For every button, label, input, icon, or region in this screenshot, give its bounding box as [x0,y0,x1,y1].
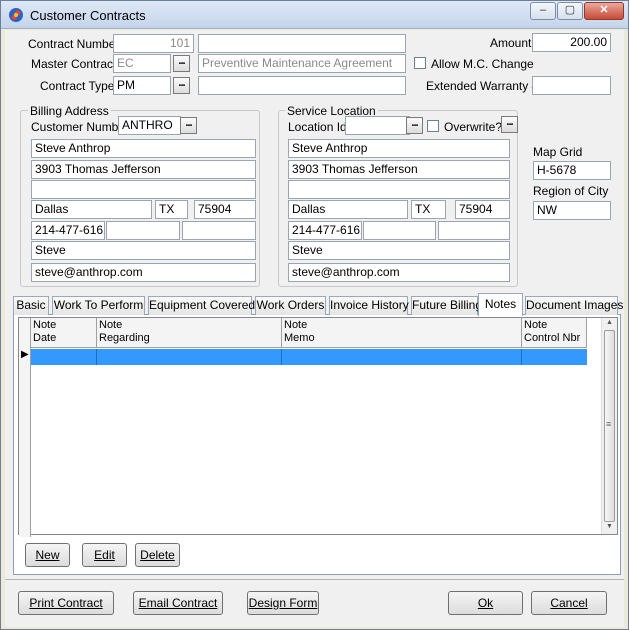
billing-contact-field[interactable]: Steve [31,241,256,260]
column-header-note-date[interactable]: Note Date [31,318,97,348]
billing-city-field[interactable]: Dallas [31,200,152,219]
notes-tab-panel: ▶ Note Date Note Regarding Note Memo Not… [13,315,621,575]
region-of-city-label: Region of City [533,184,609,198]
extended-warranty-label: Extended Warranty # [426,79,539,93]
billing-zip-field[interactable]: 75904 [194,200,256,219]
tab-notes[interactable]: Notes [478,293,523,316]
scroll-up-icon[interactable]: ▲ [606,319,613,326]
ok-button[interactable]: Ok [448,591,523,615]
contract-type-description-field[interactable] [198,76,406,95]
contract-type-field[interactable]: PM [113,76,171,95]
column-header-note-control-nbr[interactable]: Note Control Nbr [522,318,587,348]
notes-vertical-scrollbar[interactable]: ▲ ≡ ▼ [601,318,617,534]
allow-mc-change-checkbox[interactable] [414,57,426,69]
service-address2-field[interactable] [288,180,510,199]
email-contract-button[interactable]: Email Contract [133,591,223,615]
customer-contracts-window: Customer Contracts ‒ ▢ ✕ Contract Number… [0,0,629,630]
footer-separator [5,579,624,580]
billing-email-field[interactable]: steve@anthrop.com [31,263,256,282]
contract-number-label: Contract Number [28,37,120,51]
service-name-field[interactable]: Steve Anthrop [288,139,510,158]
title-bar[interactable]: Customer Contracts ‒ ▢ ✕ [1,1,628,29]
table-row[interactable] [31,349,587,365]
master-contract-field[interactable]: EC [113,54,171,73]
tab-work-to-perform[interactable]: Work To Perform [52,296,145,315]
service-phone3-field[interactable] [438,221,510,240]
map-grid-field[interactable]: H-5678 [533,161,611,180]
service-email-field[interactable]: steve@anthrop.com [288,263,510,282]
tab-future-billing[interactable]: Future Billing [411,296,482,315]
overwrite-checkbox[interactable] [427,120,439,132]
tab-document-images[interactable]: Document Images [525,296,623,315]
app-icon [9,8,23,22]
master-contract-label: Master Contract [31,57,117,71]
service-phone2-field[interactable] [363,221,436,240]
edit-note-button[interactable]: Edit [82,543,127,567]
print-contract-button[interactable]: Print Contract [18,591,114,615]
overwrite-label: Overwrite? [444,120,503,134]
row-indicator-column: ▶ [19,318,31,537]
minimize-button[interactable]: ‒ [530,2,556,20]
location-id-label: Location Id [288,120,347,134]
billing-phone3-field[interactable] [182,221,256,240]
service-address1-field[interactable]: 3903 Thomas Jefferson [288,160,510,179]
scroll-thumb[interactable]: ≡ [604,330,615,522]
contract-type-lookup-button[interactable]: ... [173,77,190,94]
scroll-grip-icon: ≡ [606,419,612,429]
table-cell[interactable] [282,349,522,365]
notes-grid[interactable]: ▶ Note Date Note Regarding Note Memo Not… [18,317,618,537]
amount-field[interactable]: 200.00 [532,33,611,52]
tab-work-orders[interactable]: Work Orders [255,296,326,315]
service-city-field[interactable]: Dallas [288,200,408,219]
contract-type-label: Contract Type [40,79,115,93]
contract-description-field[interactable] [198,34,406,53]
billing-state-field[interactable]: TX [155,200,188,219]
service-state-field[interactable]: TX [411,200,446,219]
customer-number-field[interactable]: ANTHRO [118,116,181,135]
service-phone1-field[interactable]: 214-477-6161 [288,221,362,240]
billing-name-field[interactable]: Steve Anthrop [31,139,256,158]
contract-number-field[interactable]: 101 [113,34,194,53]
master-contract-lookup-button[interactable]: ... [173,55,190,72]
service-contact-field[interactable]: Steve [288,241,510,260]
billing-address2-field[interactable] [31,180,256,199]
close-button[interactable]: ✕ [584,2,624,20]
design-form-button[interactable]: Design Form [247,591,319,615]
map-grid-label: Map Grid [533,145,583,159]
column-header-note-memo[interactable]: Note Memo [282,318,522,348]
region-of-city-field[interactable]: NW [533,201,611,220]
maximize-button[interactable]: ▢ [557,2,583,20]
delete-note-button[interactable]: Delete [135,543,180,567]
amount-label: Amount [490,36,532,50]
scroll-down-icon[interactable]: ▼ [606,523,613,530]
new-note-button[interactable]: New [25,543,70,567]
window-title: Customer Contracts [30,8,146,23]
extended-warranty-field[interactable] [532,76,611,95]
location-id-field[interactable] [345,116,410,135]
table-cell[interactable] [31,349,97,365]
overwrite-lookup-button[interactable]: ... [501,116,518,133]
billing-address-title: Billing Address [28,104,111,118]
form-client-area: Contract Number 101 Master Contract EC .… [5,30,624,627]
billing-phone1-field[interactable]: 214-477-6161 [31,221,105,240]
customer-number-lookup-button[interactable]: ... [180,117,197,134]
billing-address1-field[interactable]: 3903 Thomas Jefferson [31,160,256,179]
allow-mc-change-label: Allow M.C. Change [431,57,534,71]
tab-basic[interactable]: Basic [13,296,49,315]
cancel-button[interactable]: Cancel [531,591,607,615]
location-id-lookup-button[interactable]: ... [406,117,423,134]
billing-phone2-field[interactable] [106,221,180,240]
service-zip-field[interactable]: 75904 [455,200,510,219]
master-contract-description-field[interactable]: Preventive Maintenance Agreement [198,54,406,73]
table-cell[interactable] [97,349,282,365]
column-header-note-regarding[interactable]: Note Regarding [97,318,282,348]
tab-equipment-covered[interactable]: Equipment Covered [148,296,255,315]
current-row-icon: ▶ [21,349,29,360]
customer-number-label: Customer Number [31,120,130,134]
tab-strip: Basic Work To Perform Equipment Covered … [13,293,623,316]
tab-invoice-history[interactable]: Invoice History [329,296,409,315]
